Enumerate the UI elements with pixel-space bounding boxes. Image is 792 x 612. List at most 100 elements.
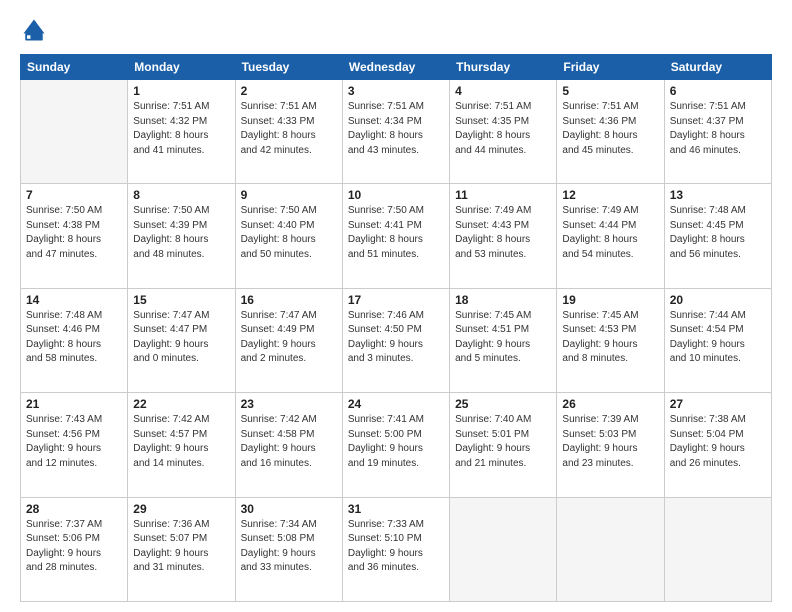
cell-info-line: Sunset: 4:57 PM bbox=[133, 428, 229, 443]
cell-info-line: Daylight: 8 hours bbox=[562, 129, 658, 144]
calendar-cell: 15Sunrise: 7:47 AMSunset: 4:47 PMDayligh… bbox=[128, 288, 235, 392]
cell-info-line: Sunset: 4:49 PM bbox=[241, 323, 337, 338]
day-number: 19 bbox=[562, 293, 658, 307]
cell-info-line: Daylight: 9 hours bbox=[241, 547, 337, 562]
cell-info-line: Sunrise: 7:51 AM bbox=[670, 100, 766, 115]
calendar-cell bbox=[21, 80, 128, 184]
calendar-cell: 1 Sunrise: 7:51 AMSunset: 4:32 PMDaylight… bbox=[128, 80, 235, 184]
calendar-cell: 14Sunrise: 7:48 AMSunset: 4:46 PMDayligh… bbox=[21, 288, 128, 392]
header bbox=[20, 16, 772, 44]
calendar-cell: 28Sunrise: 7:37 AMSunset: 5:06 PMDayligh… bbox=[21, 497, 128, 601]
cell-info-line: Daylight: 9 hours bbox=[241, 338, 337, 353]
calendar-cell: 11Sunrise: 7:49 AMSunset: 4:43 PMDayligh… bbox=[450, 184, 557, 288]
cell-info-line: and 43 minutes. bbox=[348, 144, 444, 159]
calendar-day-header: Thursday bbox=[450, 55, 557, 80]
cell-info-line: and 26 minutes. bbox=[670, 457, 766, 472]
day-number: 11 bbox=[455, 188, 551, 202]
cell-info-line: Sunrise: 7:50 AM bbox=[133, 204, 229, 219]
page: SundayMondayTuesdayWednesdayThursdayFrid… bbox=[0, 0, 792, 612]
cell-info-line: Daylight: 8 hours bbox=[562, 233, 658, 248]
cell-info-line: Sunrise: 7:45 AM bbox=[455, 309, 551, 324]
cell-info-line: Daylight: 9 hours bbox=[670, 338, 766, 353]
calendar-cell: 19Sunrise: 7:45 AMSunset: 4:53 PMDayligh… bbox=[557, 288, 664, 392]
cell-info-line: Daylight: 8 hours bbox=[348, 233, 444, 248]
cell-info-line: Daylight: 8 hours bbox=[241, 129, 337, 144]
calendar-cell: 26Sunrise: 7:39 AMSunset: 5:03 PMDayligh… bbox=[557, 393, 664, 497]
calendar-cell: 20Sunrise: 7:44 AMSunset: 4:54 PMDayligh… bbox=[664, 288, 771, 392]
cell-info-line: Sunset: 5:00 PM bbox=[348, 428, 444, 443]
cell-info-line: and 23 minutes. bbox=[562, 457, 658, 472]
cell-info-line: Sunrise: 7:51 AM bbox=[133, 100, 229, 115]
day-number: 18 bbox=[455, 293, 551, 307]
day-number: 14 bbox=[26, 293, 122, 307]
calendar-day-header: Wednesday bbox=[342, 55, 449, 80]
cell-info-line: Sunrise: 7:51 AM bbox=[348, 100, 444, 115]
cell-info-line: Sunset: 4:47 PM bbox=[133, 323, 229, 338]
calendar-cell: 22Sunrise: 7:42 AMSunset: 4:57 PMDayligh… bbox=[128, 393, 235, 497]
cell-info-line: and 56 minutes. bbox=[670, 248, 766, 263]
day-number: 1 bbox=[133, 84, 229, 98]
day-number: 10 bbox=[348, 188, 444, 202]
logo bbox=[20, 16, 52, 44]
cell-info-line: Sunrise: 7:42 AM bbox=[241, 413, 337, 428]
cell-info-line: Sunrise: 7:47 AM bbox=[241, 309, 337, 324]
day-number: 30 bbox=[241, 502, 337, 516]
cell-info-line: Sunrise: 7:41 AM bbox=[348, 413, 444, 428]
calendar-cell: 25Sunrise: 7:40 AMSunset: 5:01 PMDayligh… bbox=[450, 393, 557, 497]
calendar-cell: 2Sunrise: 7:51 AMSunset: 4:33 PMDaylight… bbox=[235, 80, 342, 184]
day-number: 2 bbox=[241, 84, 337, 98]
day-number: 22 bbox=[133, 397, 229, 411]
day-number: 15 bbox=[133, 293, 229, 307]
cell-info-line: Sunset: 4:36 PM bbox=[562, 115, 658, 130]
cell-info-line: Sunrise: 7:51 AM bbox=[562, 100, 658, 115]
cell-info-line: Sunset: 4:58 PM bbox=[241, 428, 337, 443]
cell-info-line: Sunrise: 7:37 AM bbox=[26, 518, 122, 533]
calendar-day-header: Tuesday bbox=[235, 55, 342, 80]
cell-info-line: Daylight: 9 hours bbox=[348, 547, 444, 562]
day-number: 26 bbox=[562, 397, 658, 411]
cell-info-line: and 48 minutes. bbox=[133, 248, 229, 263]
cell-info-line: Daylight: 9 hours bbox=[26, 547, 122, 562]
cell-info-line: Sunrise: 7:50 AM bbox=[241, 204, 337, 219]
cell-info-line: Daylight: 9 hours bbox=[670, 442, 766, 457]
cell-info-line: Sunset: 4:54 PM bbox=[670, 323, 766, 338]
cell-info-line: Sunset: 4:53 PM bbox=[562, 323, 658, 338]
calendar-cell bbox=[664, 497, 771, 601]
cell-info-line: and 0 minutes. bbox=[133, 352, 229, 367]
cell-info-line: Sunset: 4:51 PM bbox=[455, 323, 551, 338]
day-number: 16 bbox=[241, 293, 337, 307]
calendar-cell: 16 Sunrise: 7:47 AMSunset: 4:49 PMDayligh… bbox=[235, 288, 342, 392]
cell-info-line: Sunrise: 7:33 AM bbox=[348, 518, 444, 533]
cell-info-line: Sunrise: 7:49 AM bbox=[455, 204, 551, 219]
cell-info-line: Sunrise: 7:36 AM bbox=[133, 518, 229, 533]
cell-info-line: and 50 minutes. bbox=[241, 248, 337, 263]
day-number: 13 bbox=[670, 188, 766, 202]
cell-info-line: Daylight: 9 hours bbox=[562, 338, 658, 353]
calendar-cell: 30Sunrise: 7:34 AMSunset: 5:08 PMDayligh… bbox=[235, 497, 342, 601]
calendar-cell: 13Sunrise: 7:48 AMSunset: 4:45 PMDayligh… bbox=[664, 184, 771, 288]
calendar-cell: 17Sunrise: 7:46 AMSunset: 4:50 PMDayligh… bbox=[342, 288, 449, 392]
calendar-cell: 23Sunrise: 7:42 AMSunset: 4:58 PMDayligh… bbox=[235, 393, 342, 497]
calendar-cell: 24Sunrise: 7:41 AMSunset: 5:00 PMDayligh… bbox=[342, 393, 449, 497]
calendar-cell: 10Sunrise: 7:50 AMSunset: 4:41 PMDayligh… bbox=[342, 184, 449, 288]
cell-info-line: and 33 minutes. bbox=[241, 561, 337, 576]
day-number: 29 bbox=[133, 502, 229, 516]
day-number: 6 bbox=[670, 84, 766, 98]
calendar-cell: 31Sunrise: 7:33 AMSunset: 5:10 PMDayligh… bbox=[342, 497, 449, 601]
cell-info-line: Sunset: 4:32 PM bbox=[133, 115, 229, 130]
cell-info-line: Daylight: 8 hours bbox=[133, 129, 229, 144]
cell-info-line: Sunset: 4:39 PM bbox=[133, 219, 229, 234]
cell-info-line: Sunset: 4:38 PM bbox=[26, 219, 122, 234]
cell-info-line: and 16 minutes. bbox=[241, 457, 337, 472]
day-number: 20 bbox=[670, 293, 766, 307]
cell-info-line: Sunset: 4:37 PM bbox=[670, 115, 766, 130]
day-number: 4 bbox=[455, 84, 551, 98]
day-number: 21 bbox=[26, 397, 122, 411]
cell-info-line: Sunrise: 7:51 AM bbox=[455, 100, 551, 115]
cell-info-line: Sunset: 5:06 PM bbox=[26, 532, 122, 547]
cell-info-line: Daylight: 9 hours bbox=[133, 442, 229, 457]
cell-info-line: and 46 minutes. bbox=[670, 144, 766, 159]
cell-info-line: Sunset: 4:35 PM bbox=[455, 115, 551, 130]
cell-info-line: Daylight: 8 hours bbox=[26, 233, 122, 248]
calendar-week-row: 7Sunrise: 7:50 AMSunset: 4:38 PMDaylight… bbox=[21, 184, 772, 288]
